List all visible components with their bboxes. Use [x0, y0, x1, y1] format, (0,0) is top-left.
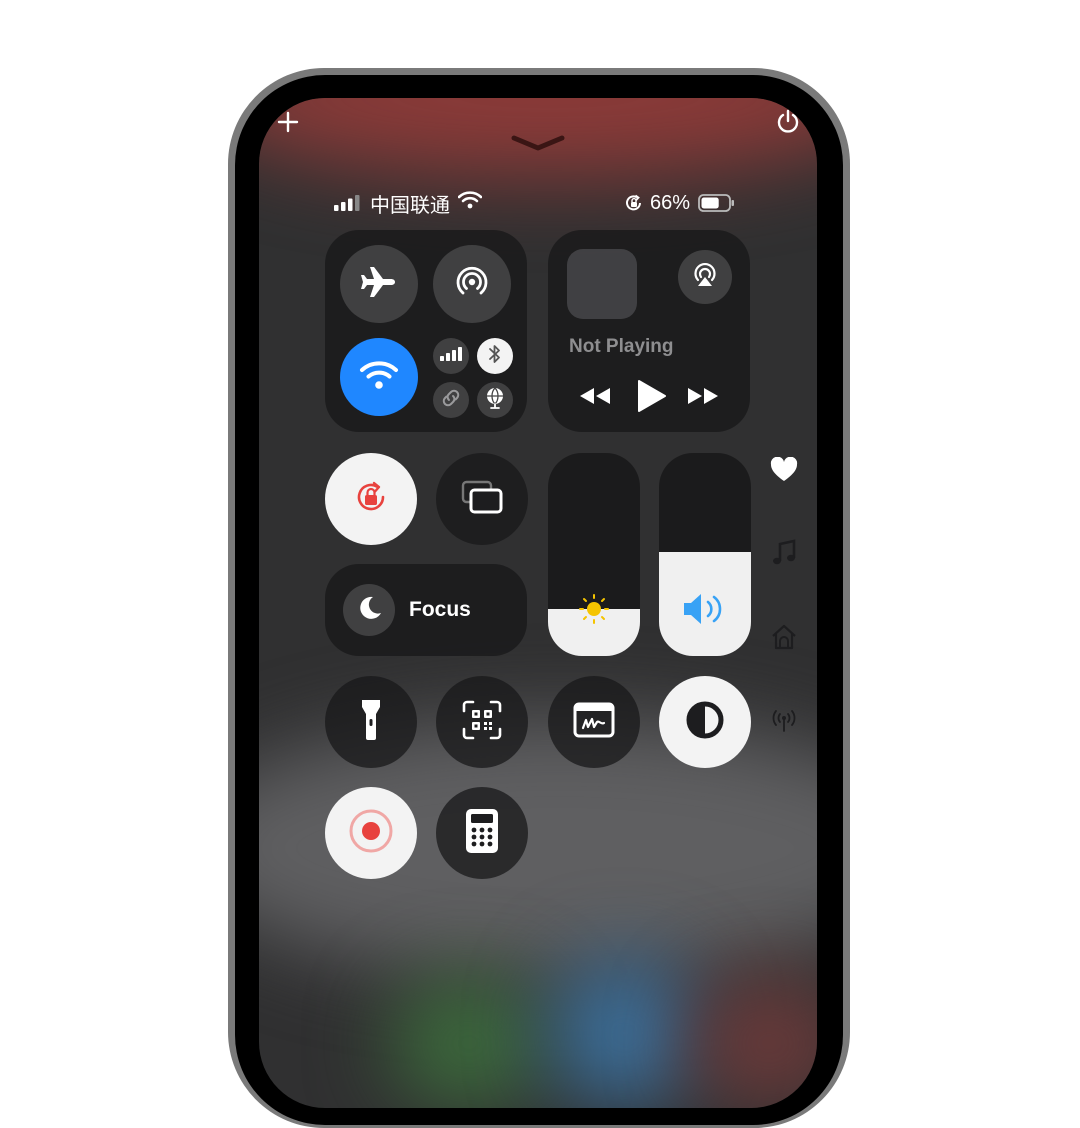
speaker-icon: [681, 591, 729, 632]
play-icon[interactable]: [634, 378, 668, 414]
flashlight-button[interactable]: [325, 676, 417, 768]
now-playing-status: Not Playing: [569, 336, 674, 357]
orientation-lock-button[interactable]: [325, 453, 417, 545]
sun-icon: [578, 593, 610, 630]
airdrop-icon: [452, 262, 492, 307]
antenna-icon[interactable]: [769, 704, 799, 734]
wallpaper-blur-maroon: [689, 978, 817, 1108]
wallpaper-blur-blue: [549, 958, 699, 1108]
volume-slider[interactable]: [659, 453, 751, 656]
globe-network-icon: [483, 386, 507, 415]
notes-quick-note-button[interactable]: [548, 676, 640, 768]
signature-board-icon: [572, 701, 616, 744]
bluetooth-icon: [487, 343, 503, 370]
orientation-lock-icon: [624, 193, 644, 213]
screen-mirroring-button[interactable]: [436, 453, 528, 545]
battery-percent: 66%: [650, 191, 691, 214]
heart-icon[interactable]: [769, 455, 799, 485]
link-icon: [440, 387, 462, 414]
wifi-button[interactable]: [340, 338, 418, 416]
flashlight-icon: [360, 698, 382, 747]
rewind-icon[interactable]: [578, 382, 612, 410]
wifi-icon: [359, 358, 399, 397]
screen-recording-button[interactable]: [325, 787, 417, 879]
signal-strength-icon: [334, 195, 360, 211]
home-icon[interactable]: [769, 622, 799, 652]
contrast-icon: [683, 698, 727, 747]
carrier-name: 中国联通: [370, 194, 450, 217]
airplane-mode-button[interactable]: [340, 245, 418, 323]
wifi-status-icon: [457, 191, 483, 215]
wallpaper-blur-green: [389, 978, 549, 1108]
airplane-icon: [359, 262, 399, 307]
cellular-data-button[interactable]: [433, 338, 469, 374]
record-icon: [347, 807, 395, 860]
power-icon[interactable]: [768, 102, 808, 142]
airdrop-button[interactable]: [433, 245, 511, 323]
bluetooth-button[interactable]: [477, 338, 513, 374]
focus-label: Focus: [409, 598, 471, 621]
screen-mirroring-icon: [458, 477, 506, 522]
hotspot-button[interactable]: [433, 382, 469, 418]
code-scanner-button[interactable]: [436, 676, 528, 768]
airplay-icon: [690, 260, 720, 295]
music-note-icon[interactable]: [769, 538, 799, 568]
calculator-button[interactable]: [436, 787, 528, 879]
vpn-button[interactable]: [477, 382, 513, 418]
album-artwork-placeholder: [567, 249, 637, 319]
cellular-bars-icon: [440, 346, 462, 366]
dark-mode-button[interactable]: [659, 676, 751, 768]
fast-forward-icon[interactable]: [686, 382, 720, 410]
airplay-button[interactable]: [678, 250, 732, 304]
battery-icon: [698, 194, 736, 212]
status-bar-left: 中国联通: [334, 190, 483, 217]
focus-icon-circle: [343, 584, 395, 636]
chevron-down-icon[interactable]: [510, 132, 566, 154]
plus-icon[interactable]: [268, 102, 308, 142]
qr-scan-icon: [460, 698, 504, 747]
status-bar-right: 66%: [624, 190, 736, 216]
moon-icon: [354, 593, 384, 628]
brightness-slider[interactable]: [548, 453, 640, 656]
calculator-icon: [464, 807, 500, 860]
rotation-lock-icon: [348, 474, 394, 525]
